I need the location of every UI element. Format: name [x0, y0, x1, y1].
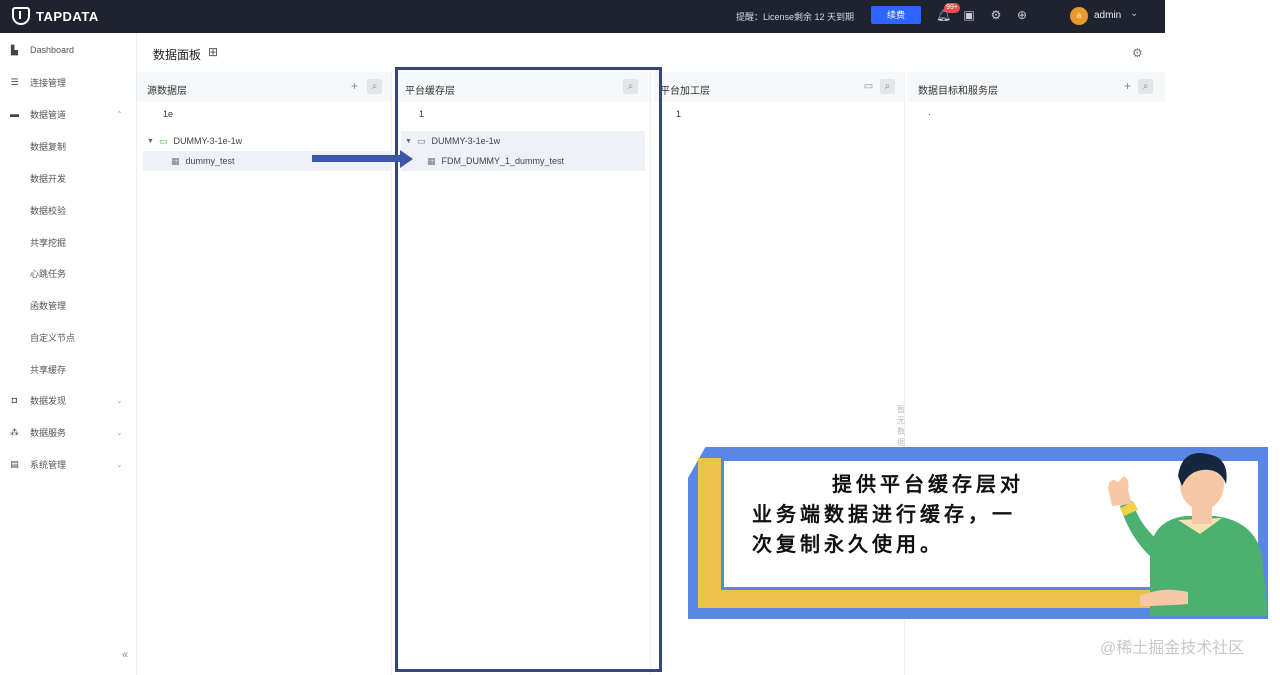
sidebar-item-shared-cache[interactable]: 共享缓存	[0, 358, 137, 380]
sidebar-item-custom-nodes[interactable]: 自定义节点	[0, 326, 137, 348]
sidebar-item-replication[interactable]: 数据复制	[0, 135, 137, 157]
callout-line-3: 次复制永久使用。	[752, 534, 944, 556]
chevron-down-icon[interactable]: ⌄	[1130, 8, 1138, 19]
search-input[interactable]: ·	[928, 109, 931, 119]
connection-name: DUMMY-3-1e-1w	[173, 136, 243, 146]
discovery-icon: ◘	[11, 394, 18, 405]
connection-icon: ☰	[10, 76, 19, 87]
chevron-up-icon: ⌃	[116, 109, 123, 119]
column-title: 源数据层	[147, 86, 187, 97]
sidebar-item-pipeline[interactable]: ▬ 数据管道 ⌃	[0, 103, 137, 125]
sidebar-item-label: 数据服务	[30, 427, 67, 438]
sidebar-item-label: 数据校验	[30, 205, 67, 216]
callout-text: 提供平台缓存层对 业务端数据进行缓存，一 次复制永久使用。	[752, 470, 1072, 560]
brand-name: TAPDATA	[36, 8, 99, 24]
presenter-illustration	[1108, 452, 1268, 616]
sidebar-item-system[interactable]: ▤ 系统管理 ⌄	[0, 453, 137, 475]
gear-icon[interactable]: ⚙	[989, 8, 1003, 22]
system-icon: ▤	[10, 458, 19, 469]
column-source-layer: 源数据层 + ⌕ 1e ▼ ▭ DUMMY-3-1e-1w ▦ dummy_te…	[137, 72, 392, 675]
top-bar: TAPDATA 提醒：License剩余 12 天到期 续费 🔔︎ 99+ ▣ …	[0, 0, 1165, 33]
tapdata-logo-icon	[12, 7, 30, 25]
search-icon[interactable]: ⌕	[1138, 79, 1153, 94]
globe-icon[interactable]: ⊕	[1015, 8, 1029, 22]
chevron-down-icon: ⌄	[116, 395, 123, 405]
highlight-frame	[395, 67, 662, 672]
annotation-arrow	[312, 155, 402, 162]
sidebar-item-label: 自定义节点	[30, 332, 76, 343]
sidebar-item-data-service[interactable]: ⁂ 数据服务 ⌄	[0, 421, 137, 443]
notification-badge: 99+	[944, 3, 960, 13]
search-icon[interactable]: ⌕	[880, 79, 895, 94]
folder-add-icon[interactable]: ▭	[861, 79, 876, 94]
search-icon[interactable]: ⌕	[367, 79, 382, 94]
sidebar-item-label: 数据开发	[30, 173, 67, 184]
brand-logo[interactable]: TAPDATA	[12, 7, 99, 25]
search-input[interactable]: 1e	[163, 109, 173, 119]
sidebar-item-label: 连接管理	[30, 77, 67, 88]
add-icon[interactable]: +	[347, 79, 362, 94]
add-icon[interactable]: +	[1120, 79, 1135, 94]
sidebar-item-label: 函数管理	[30, 300, 67, 311]
username[interactable]: admin	[1094, 10, 1121, 21]
service-icon: ⁂	[10, 426, 19, 437]
annotation-arrow-head	[400, 150, 413, 168]
sidebar-item-label: 共享挖掘	[30, 237, 67, 248]
table-icon: ▦	[171, 155, 180, 166]
sidebar-item-verification[interactable]: 数据校验	[0, 199, 137, 221]
table-name: dummy_test	[185, 156, 235, 166]
sidebar-item-label: 心跳任务	[30, 268, 67, 279]
sidebar-item-label: 数据发现	[30, 395, 67, 406]
tickets-icon[interactable]: ▣	[962, 8, 976, 22]
pipeline-icon: ▬	[10, 108, 19, 119]
sidebar-item-shared-mining[interactable]: 共享挖掘	[0, 231, 137, 253]
tree-connection-row[interactable]: ▼ ▭ DUMMY-3-1e-1w	[143, 131, 392, 151]
sidebar-item-label: 共享缓存	[30, 364, 67, 375]
column-header: 平台加工层 ▭ ⌕	[654, 72, 904, 102]
chevron-down-icon: ⌄	[116, 427, 123, 437]
sidebar-item-label: 数据管道	[30, 109, 67, 120]
dashboard-icon: ▙	[11, 44, 18, 55]
avatar[interactable]: a	[1070, 7, 1088, 25]
sidebar-item-dashboard[interactable]: ▙ Dashboard	[0, 39, 137, 61]
page-title: 数据面板	[153, 48, 202, 62]
sidebar-item-label: 数据复制	[30, 141, 67, 152]
sidebar-item-functions[interactable]: 函数管理	[0, 294, 137, 316]
renew-button[interactable]: 续费	[871, 6, 921, 24]
sidebar-item-connections[interactable]: ☰ 连接管理	[0, 71, 137, 93]
collapse-sidebar-icon[interactable]: «	[122, 649, 128, 661]
settings-icon[interactable]: ⚙	[1132, 46, 1143, 60]
connection-icon: ▭	[158, 135, 168, 146]
sidebar-item-heartbeat[interactable]: 心跳任务	[0, 262, 137, 284]
column-header: 源数据层 + ⌕	[137, 72, 391, 102]
license-notice: 提醒：License剩余 12 天到期	[736, 12, 855, 22]
layout-switch-icon[interactable]: ⊞	[208, 45, 218, 59]
callout-line-1: 提供平台缓存层对	[832, 474, 1024, 496]
sidebar-item-development[interactable]: 数据开发	[0, 167, 137, 189]
column-header: 数据目标和服务层 + ⌕	[908, 72, 1165, 102]
sidebar-item-discovery[interactable]: ◘ 数据发现 ⌄	[0, 389, 137, 411]
watermark: @稀土掘金技术社区	[1100, 640, 1245, 657]
empty-placeholder: 暂无数据	[897, 405, 905, 447]
sidebar: ▙ Dashboard ☰ 连接管理 ▬ 数据管道 ⌃ 数据复制 数据开发 数据…	[0, 33, 137, 675]
column-title: 平台加工层	[660, 86, 710, 97]
chevron-down-icon: ⌄	[116, 459, 123, 469]
column-title: 数据目标和服务层	[918, 86, 998, 97]
search-input[interactable]: 1	[676, 109, 681, 119]
callout-line-2: 业务端数据进行缓存，一	[752, 504, 1016, 526]
sidebar-item-label: Dashboard	[30, 45, 75, 55]
sidebar-item-label: 系统管理	[30, 459, 67, 470]
caret-down-icon: ▼	[147, 137, 154, 145]
